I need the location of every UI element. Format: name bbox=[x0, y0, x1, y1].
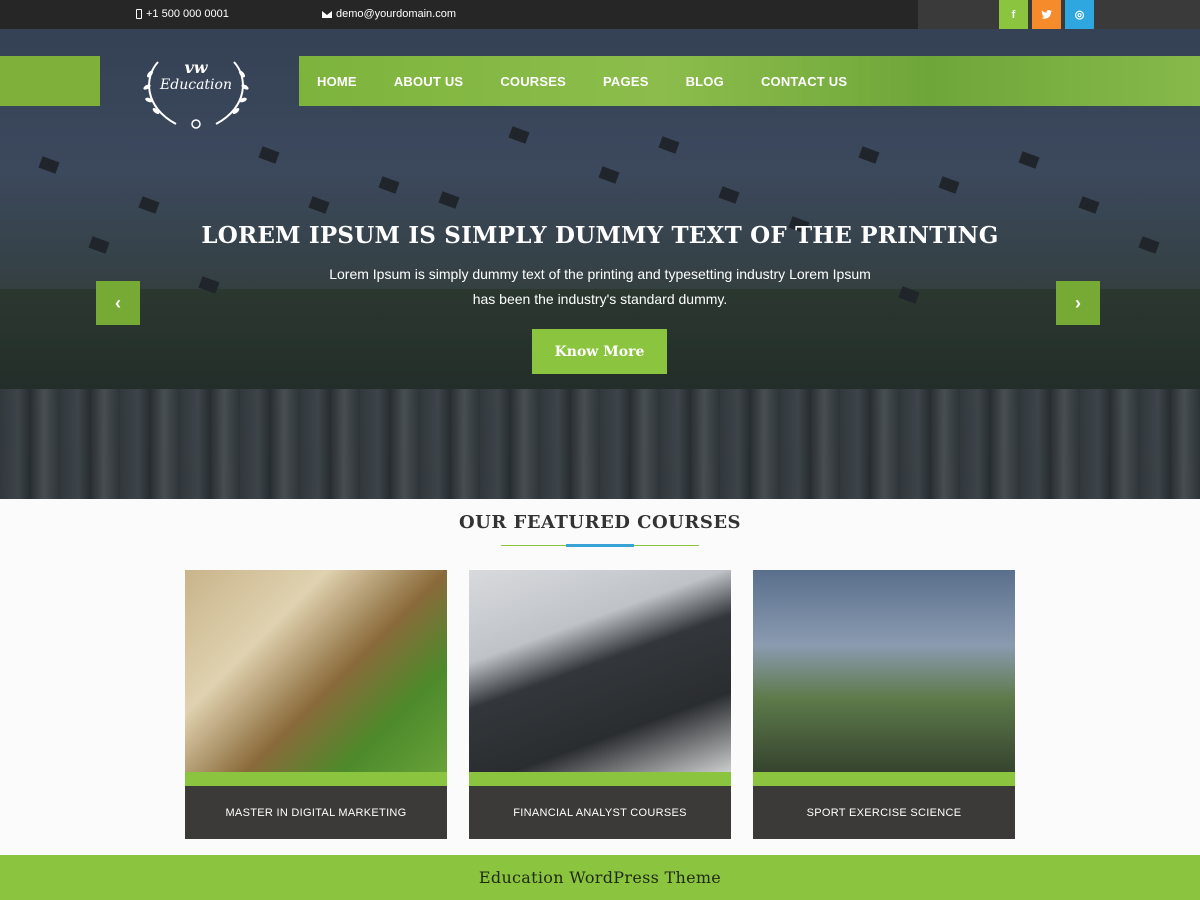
nav-pages[interactable]: PAGES bbox=[603, 74, 649, 89]
main-nav: HOME ABOUT US COURSES PAGES BLOG CONTACT… bbox=[299, 56, 1200, 106]
nav-contact-us[interactable]: CONTACT US bbox=[761, 74, 847, 89]
footer-bar: Education WordPress Theme bbox=[0, 855, 1200, 900]
logo-strip bbox=[0, 56, 100, 106]
course-title[interactable]: SPORT EXERCISE SCIENCE bbox=[753, 786, 1015, 839]
nav-about-us[interactable]: ABOUT US bbox=[394, 74, 464, 89]
top-bar: +1 500 000 0001 demo@yourdomain.com f ◎ bbox=[0, 0, 1200, 29]
course-accent-bar bbox=[753, 772, 1015, 786]
course-image bbox=[753, 570, 1015, 785]
course-image bbox=[469, 570, 731, 785]
know-more-button[interactable]: Know More bbox=[532, 329, 667, 374]
phone-number: +1 500 000 0001 bbox=[146, 8, 229, 20]
course-card[interactable]: FINANCIAL ANALYST COURSES bbox=[469, 570, 731, 839]
phone-icon bbox=[136, 9, 142, 19]
footer-text: Education WordPress Theme bbox=[478, 868, 722, 887]
nav-courses[interactable]: COURSES bbox=[500, 74, 566, 89]
email-address: demo@yourdomain.com bbox=[336, 8, 456, 20]
course-accent-bar bbox=[469, 772, 731, 786]
site-logo[interactable]: vw Education bbox=[136, 52, 256, 132]
course-image bbox=[185, 570, 447, 785]
prev-slide-button[interactable]: ‹ bbox=[96, 281, 140, 325]
email-contact[interactable]: demo@yourdomain.com bbox=[322, 8, 456, 20]
phone-contact[interactable]: +1 500 000 0001 bbox=[136, 8, 229, 20]
slide-text: Lorem Ipsum is simply dummy text of the … bbox=[329, 266, 871, 307]
course-title[interactable]: FINANCIAL ANALYST COURSES bbox=[469, 786, 731, 839]
course-accent-bar bbox=[185, 772, 447, 786]
course-title[interactable]: MASTER IN DIGITAL MARKETING bbox=[185, 786, 447, 839]
title-divider-accent bbox=[566, 544, 634, 547]
instagram-icon[interactable]: ◎ bbox=[1065, 0, 1094, 29]
chevron-right-icon: › bbox=[1075, 292, 1081, 313]
social-links: f ◎ bbox=[999, 0, 1094, 29]
nav-home[interactable]: HOME bbox=[317, 74, 357, 89]
slide-title: LOREM IPSUM IS SIMPLY DUMMY TEXT OF THE … bbox=[201, 222, 999, 249]
section-title: OUR FEATURED COURSES bbox=[458, 512, 742, 533]
facebook-icon[interactable]: f bbox=[999, 0, 1028, 29]
course-card[interactable]: SPORT EXERCISE SCIENCE bbox=[753, 570, 1015, 839]
next-slide-button[interactable]: › bbox=[1056, 281, 1100, 325]
mail-icon bbox=[322, 10, 332, 18]
chevron-left-icon: ‹ bbox=[115, 292, 121, 313]
nav-blog[interactable]: BLOG bbox=[686, 74, 724, 89]
wreath-icon bbox=[143, 61, 249, 129]
twitter-icon[interactable] bbox=[1032, 0, 1061, 29]
course-card[interactable]: MASTER IN DIGITAL MARKETING bbox=[185, 570, 447, 839]
